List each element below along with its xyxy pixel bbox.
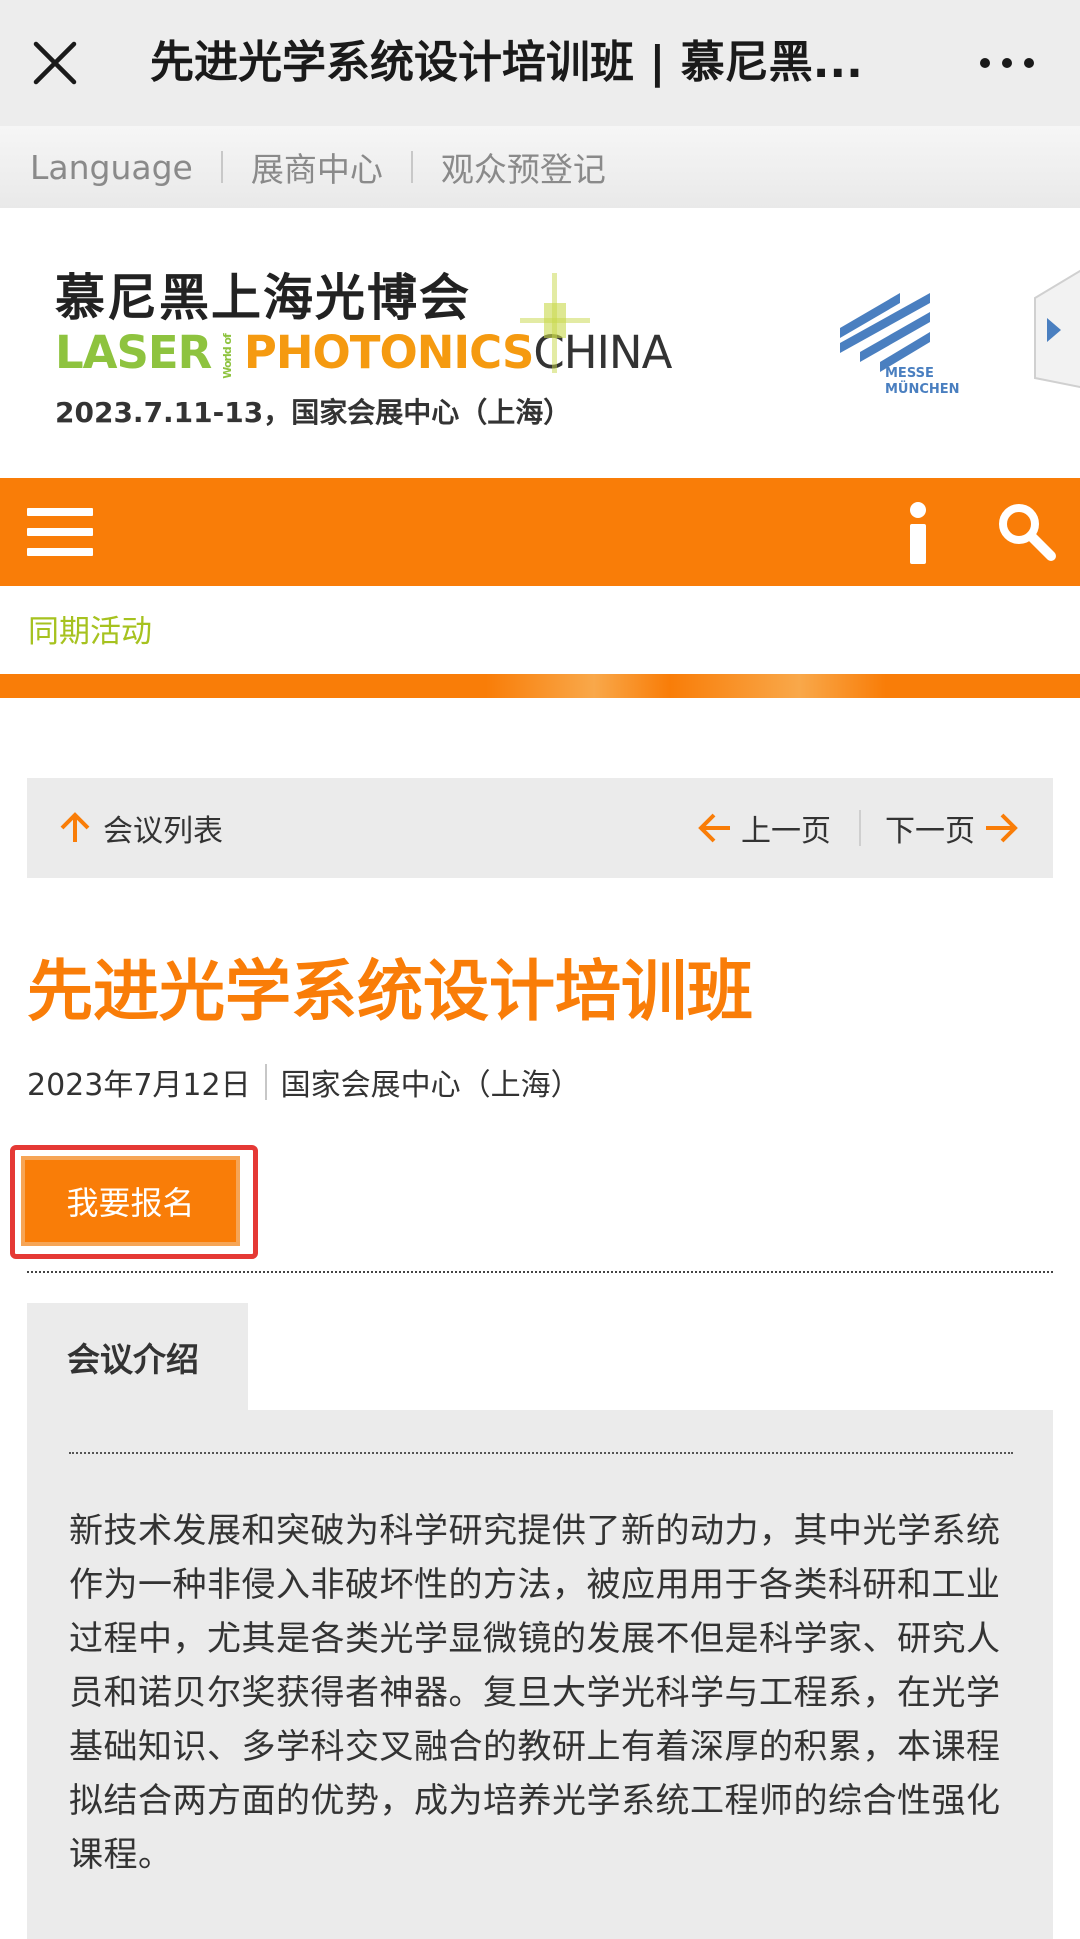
previous-page-link[interactable]: 上一页: [697, 806, 831, 850]
intro-panel: 新技术发展和突破为科学研究提供了新的动力，其中光学系统作为一种非侵入非破坏性的方…: [27, 1410, 1053, 1939]
arrow-left-icon: [698, 813, 730, 843]
banner-strip: [0, 674, 1080, 698]
logo-date-venue: 2023.7.11-13，国家会展中心（上海）: [55, 396, 572, 429]
divider: [410, 151, 413, 183]
tab-conference-intro[interactable]: 会议介绍: [27, 1303, 248, 1411]
page-title: 先进光学系统设计培训班: [27, 953, 753, 1030]
arrow-right-icon: [986, 813, 1018, 843]
event-date: 2023年7月12日: [27, 1068, 251, 1103]
search-icon[interactable]: [995, 500, 1057, 562]
language-bar: Language 展商中心 观众预登记: [0, 126, 1080, 208]
event-meta: 2023年7月12日 国家会展中心（上海）: [27, 1060, 581, 1104]
event-venue: 国家会展中心（上海）: [280, 1068, 581, 1103]
intro-text: 新技术发展和突破为科学研究提供了新的动力，其中光学系统作为一种非侵入非破坏性的方…: [69, 1511, 1001, 1875]
menu-icon[interactable]: [27, 508, 93, 556]
side-tab-arrow-icon[interactable]: [1025, 268, 1080, 388]
visitor-preregistration-link[interactable]: 观众预登记: [441, 143, 606, 191]
signup-button[interactable]: 我要报名: [21, 1156, 240, 1246]
divider: [859, 810, 861, 846]
next-page-link[interactable]: 下一页: [885, 806, 1019, 850]
breadcrumb-concurrent-events[interactable]: 同期活动: [28, 606, 152, 651]
site-header: 慕尼黑上海光博会 LASER World of PHOTONICSCHINA 202…: [0, 208, 1080, 478]
dotted-divider: [27, 1271, 1053, 1273]
window-title: 先进光学系统设计培训班 | 慕尼黑...: [150, 37, 863, 88]
arrow-up-icon: [60, 812, 90, 842]
language-link[interactable]: Language: [30, 148, 193, 187]
close-icon[interactable]: [30, 34, 80, 92]
dotted-divider: [69, 1452, 1013, 1454]
main-nav-bar: [0, 478, 1080, 586]
divider: [264, 1064, 267, 1100]
browser-top-bar: 先进光学系统设计培训班 | 慕尼黑...: [0, 0, 1080, 126]
more-options-icon[interactable]: [972, 42, 1042, 82]
sparkle-icon: [520, 273, 590, 373]
logo-chinese-name[interactable]: 慕尼黑上海光博会: [55, 258, 471, 330]
pager-bar: 会议列表 上一页 下一页: [27, 778, 1053, 878]
messe-muenchen-text: MESSE MÜNCHEN: [885, 366, 960, 397]
exhibitor-center-link[interactable]: 展商中心: [251, 143, 383, 191]
back-to-list-link[interactable]: 会议列表: [57, 806, 223, 850]
info-icon[interactable]: [893, 500, 943, 564]
divider: [220, 151, 223, 183]
